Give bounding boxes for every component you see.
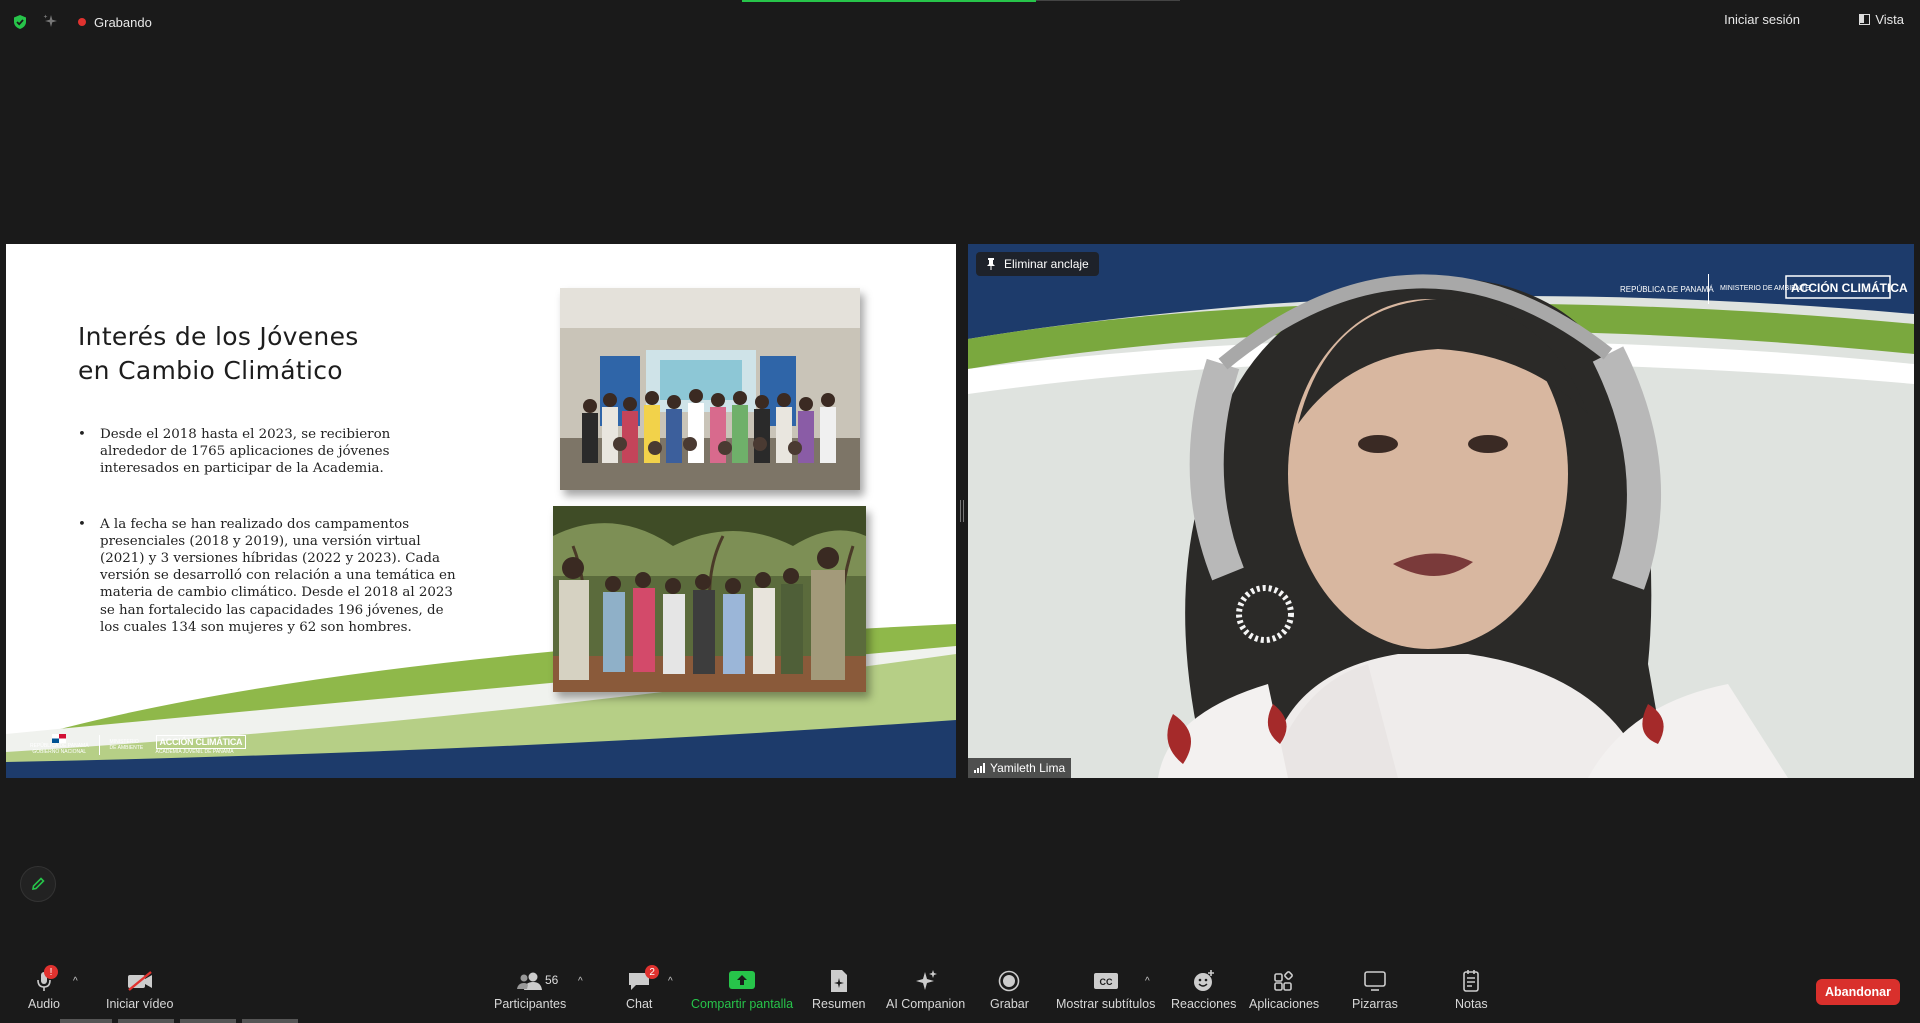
summary-document-icon (829, 968, 849, 994)
share-screen-button[interactable]: Compartir pantalla (691, 968, 793, 1011)
view-layout-icon (1859, 14, 1871, 25)
start-video-label: Iniciar vídeo (106, 997, 174, 1011)
captions-button[interactable]: CC Mostrar subtítulos (1056, 968, 1155, 1011)
panama-flag-logo: REPÚBLICA DE PANAMÁ GOBIERNO NACIONAL (30, 734, 89, 755)
logo-ministerio-text: MINISTERIO DE AMBIENTE (109, 738, 144, 751)
ai-companion-button[interactable]: AI Companion (886, 968, 965, 1011)
closed-captions-icon: CC (1093, 968, 1119, 994)
notes-button[interactable]: Notas (1455, 968, 1488, 1011)
summary-button[interactable]: Resumen (812, 968, 866, 1011)
logo-academia-text: ACADEMIA JUVENIL DE PANAMÁ (155, 748, 234, 755)
recording-indicator[interactable]: Grabando (78, 14, 152, 30)
slide-bullet: A la fecha se han realizado dos campamen… (78, 516, 458, 636)
participants-options-chevron-icon[interactable]: ^ (578, 976, 583, 987)
logo-gobierno-text: GOBIERNO NACIONAL (32, 749, 87, 755)
group-photo-outdoor (553, 506, 866, 692)
apps-grid-icon (1273, 968, 1295, 994)
unpin-label: Eliminar anclaje (1004, 257, 1089, 271)
shield-icon[interactable] (12, 14, 28, 30)
participants-label: Participantes (494, 997, 567, 1011)
bottom-thumbnail-strip (60, 1019, 480, 1023)
record-label: Grabar (990, 997, 1029, 1011)
video-bg-republica-text: REPÚBLICA DE PANAMÁ (1620, 285, 1714, 294)
slide-bullet: Desde el 2018 hasta el 2023, se recibier… (78, 426, 458, 478)
video-off-icon (126, 968, 154, 994)
accion-climatica-logo: ACCIÓN CLIMÁTICA ACADEMIA JUVENIL DE PAN… (155, 734, 247, 755)
slide-title-line-2: en Cambio Climático (78, 356, 343, 385)
panel-splitter-handle[interactable] (960, 500, 964, 522)
participant-name: Yamileth Lima (990, 761, 1066, 775)
share-screen-label: Compartir pantalla (691, 997, 794, 1011)
whiteboards-button[interactable]: Pizarras (1352, 968, 1398, 1011)
whiteboard-icon (1363, 968, 1387, 994)
captions-label: Mostrar subtítulos (1056, 997, 1156, 1011)
signin-button[interactable]: Iniciar sesión (1724, 12, 1800, 27)
group-photo-indoor (560, 288, 860, 490)
record-button[interactable]: Grabar (990, 968, 1029, 1011)
summary-label: Resumen (812, 997, 866, 1011)
audio-button[interactable]: ! Audio (28, 965, 60, 1011)
top-progress-indicator (742, 0, 1036, 2)
notes-icon (1461, 968, 1481, 994)
start-video-button[interactable]: Iniciar vídeo (106, 968, 173, 1011)
apps-button[interactable]: Aplicaciones (1249, 968, 1319, 1011)
ai-sparkle-icon (913, 968, 939, 994)
pencil-icon (32, 877, 45, 890)
slide-bullet-list: Desde el 2018 hasta el 2023, se recibier… (78, 426, 458, 674)
reactions-button[interactable]: Reacciones (1171, 968, 1236, 1011)
annotate-pen-button[interactable] (20, 866, 56, 902)
logo-divider (98, 734, 100, 755)
participant-video-frame: REPÚBLICA DE PANAMÁ MINISTERIO DE AMBIEN… (968, 244, 1914, 778)
share-screen-icon (729, 968, 756, 994)
microphone-icon: ! (34, 965, 58, 994)
chat-unread-badge: 2 (645, 965, 660, 979)
view-button[interactable]: Vista (1859, 12, 1904, 27)
participants-count: 56 (545, 973, 559, 987)
chat-button[interactable]: 2 Chat (626, 965, 660, 1011)
captions-options-chevron-icon[interactable]: ^ (1145, 976, 1150, 987)
participant-video[interactable]: REPÚBLICA DE PANAMÁ MINISTERIO DE AMBIEN… (968, 244, 1914, 778)
participants-icon (515, 968, 545, 994)
audio-label: Audio (28, 997, 60, 1011)
signal-bars-icon (974, 763, 985, 773)
pin-icon (987, 258, 995, 270)
ai-companion-label: AI Companion (886, 997, 966, 1011)
recording-dot-icon (78, 18, 86, 26)
slide-title: Interés de los Jóvenes en Cambio Climáti… (78, 320, 359, 388)
ai-sparkle-icon[interactable] (42, 13, 58, 29)
audio-alert-badge: ! (43, 965, 58, 979)
meeting-toolbar: ! Audio ^ Iniciar vídeo Participantes 56… (0, 960, 1920, 1023)
reactions-smiley-icon (1192, 968, 1216, 994)
captions-icon-text: CC (1099, 977, 1112, 987)
participant-name-tag: Yamileth Lima (968, 758, 1072, 778)
notes-label: Notas (1455, 997, 1488, 1011)
meeting-top-bar: Grabando Iniciar sesión Vista (0, 0, 1920, 42)
slide-title-line-1: Interés de los Jóvenes (78, 322, 359, 351)
top-progress-track (1036, 0, 1180, 1)
record-icon (998, 968, 1020, 994)
chat-icon: 2 (627, 965, 660, 994)
chat-label: Chat (626, 997, 653, 1011)
audio-options-chevron-icon[interactable]: ^ (73, 976, 78, 987)
recording-label: Grabando (94, 14, 152, 30)
apps-label: Aplicaciones (1249, 997, 1320, 1011)
chat-options-chevron-icon[interactable]: ^ (668, 976, 673, 987)
video-bg-accion-text: ACCIÓN CLIMÁTICA (1791, 280, 1908, 295)
shared-screen-slide: Interés de los Jóvenes en Cambio Climáti… (6, 244, 956, 778)
unpin-button[interactable]: Eliminar anclaje (976, 252, 1099, 276)
logo-accion-text: ACCIÓN CLIMÁTICA (155, 734, 247, 749)
whiteboards-label: Pizarras (1352, 997, 1398, 1011)
leave-meeting-button[interactable]: Abandonar (1816, 979, 1900, 1005)
slide-footer-logos: REPÚBLICA DE PANAMÁ GOBIERNO NACIONAL MI… (30, 734, 247, 755)
reactions-label: Reacciones (1171, 997, 1237, 1011)
view-label: Vista (1875, 12, 1904, 27)
